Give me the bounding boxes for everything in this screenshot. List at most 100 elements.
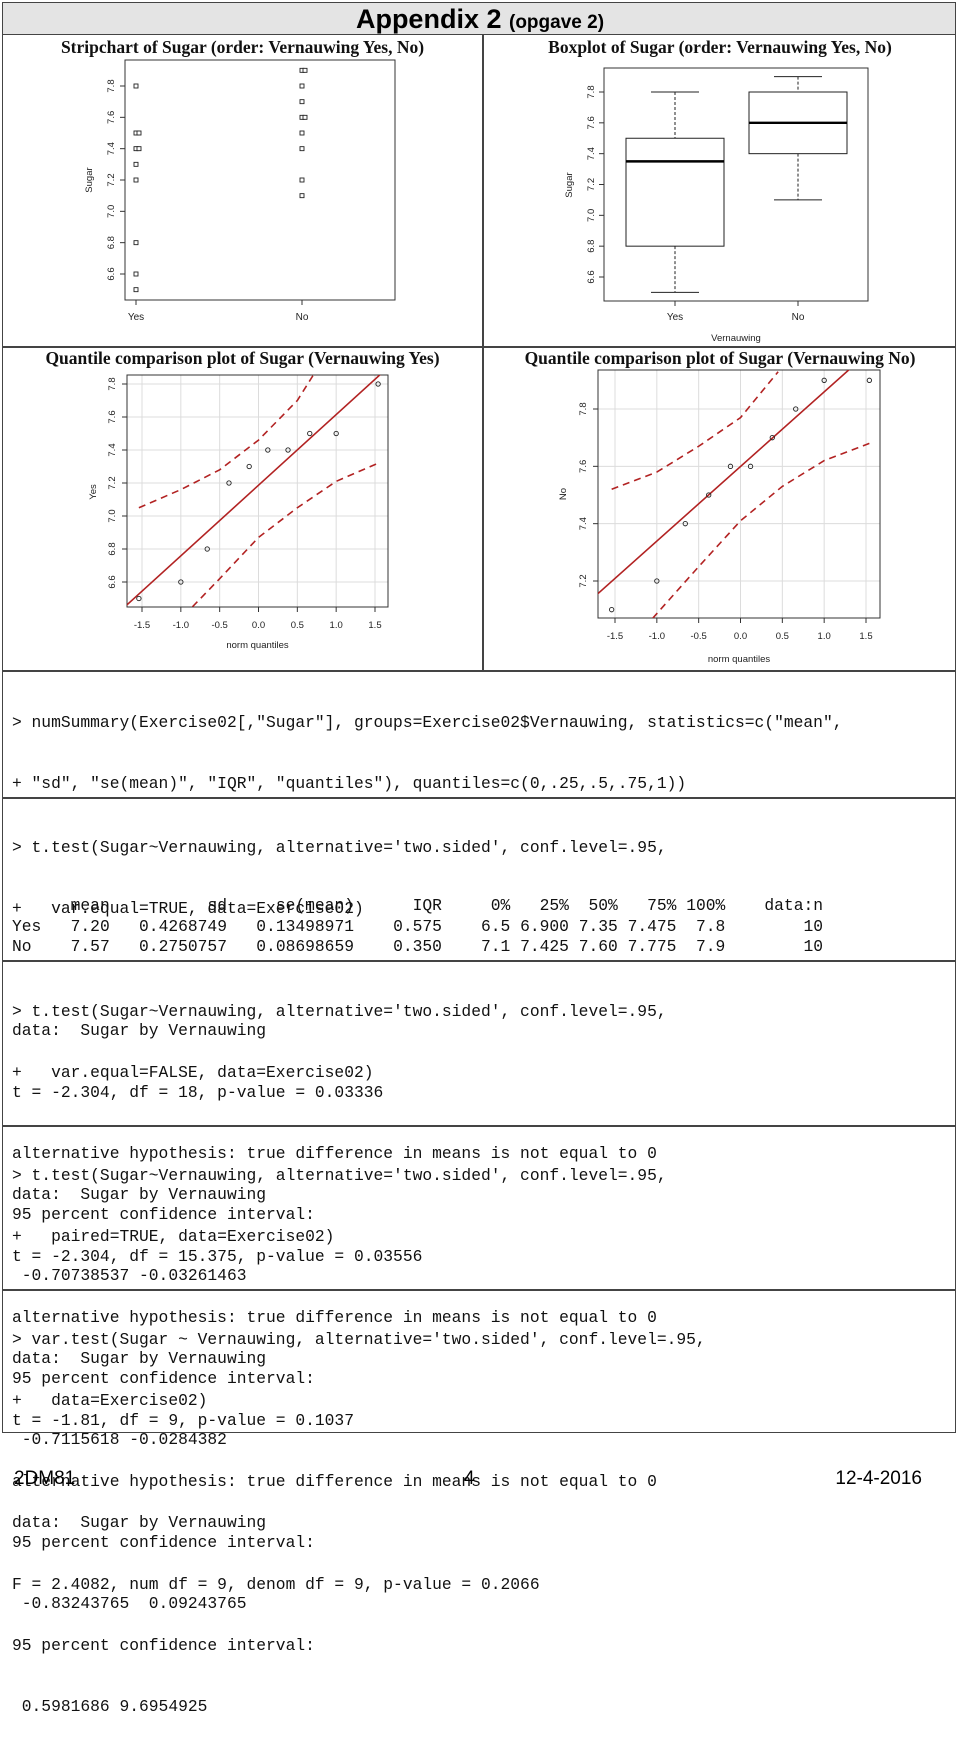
table-cell: 10 xyxy=(725,916,824,936)
qq-yes-lower-confidence-band xyxy=(191,462,379,607)
boxplot-ytick-label: 6.6 xyxy=(586,270,597,283)
command-line: > t.test(Sugar~Vernauwing, alternative='… xyxy=(12,1001,667,1021)
table-cell: 7.8 xyxy=(676,916,726,936)
table-cell: data:n xyxy=(725,896,824,916)
qq-yes-ytick-label: 7.6 xyxy=(107,410,118,423)
command-line: > t.test(Sugar~Vernauwing, alternative='… xyxy=(12,1165,667,1185)
qq-yes-plot-frame xyxy=(126,374,389,608)
command-line: + data=Exercise02) xyxy=(12,1391,208,1411)
stripchart-ytick-label: 7.4 xyxy=(106,142,117,155)
stripchart-point xyxy=(133,83,139,89)
qq-yes-xtick-label: 0.0 xyxy=(252,620,265,631)
boxplot-xtick-label: Yes xyxy=(667,312,683,323)
table-cell: 10 xyxy=(725,937,824,957)
command-line: > t.test(Sugar~Vernauwing, alternative='… xyxy=(12,837,667,857)
qq-no-ytick-label: 7.4 xyxy=(578,517,589,530)
qq-no-ytick-label: 7.2 xyxy=(578,574,589,587)
qq-yes-ytick-label: 7.2 xyxy=(107,476,118,489)
output-line: data: Sugar by Vernauwing xyxy=(12,1513,267,1533)
stripchart-point xyxy=(136,146,142,152)
boxplot-ytick-label: 7.6 xyxy=(586,116,597,129)
qq-yes-upper-confidence-band xyxy=(138,375,314,509)
qq-yes-xtick-label: -0.5 xyxy=(211,620,227,631)
qq-yes-ytick-label: 7.4 xyxy=(107,443,118,456)
footer-date: 12-4-2016 xyxy=(835,1468,922,1489)
boxplot-box xyxy=(625,137,725,247)
qq-yes-point xyxy=(307,430,313,437)
table-cell: 100% xyxy=(676,896,726,916)
plots-canvas: 6.6 6.8 7.0 7.2 7.4 7.6 7.8 Sugar Yes No 6.6 6.8 7.0… xyxy=(84,59,881,665)
qq-yes-xtick-label: -1.0 xyxy=(173,620,189,631)
stripchart-ytick-label: 7.2 xyxy=(106,173,117,186)
command-line: + var.equal=TRUE, data=Exercise02) xyxy=(12,899,364,919)
qq-yes-xtick-label: -1.5 xyxy=(134,620,150,631)
qq-no-xtick-label: 0.0 xyxy=(734,631,747,642)
qq-no-xtick-label: -0.5 xyxy=(690,631,706,642)
footer-page-number: 4 xyxy=(464,1468,475,1489)
stripchart-point xyxy=(133,287,139,293)
stripchart-point xyxy=(299,99,305,105)
stripchart-point xyxy=(133,240,139,246)
qq-yes-ytick-label: 6.8 xyxy=(107,542,118,555)
qq-no-ytick-label: 7.8 xyxy=(578,402,589,415)
output-line: 0.5981686 9.6954925 xyxy=(12,1697,208,1717)
stripchart-point xyxy=(299,130,305,136)
qq-no-xlabel: norm quantiles xyxy=(708,654,771,665)
command-line: > numSummary(Exercise02[,"Sugar"], group… xyxy=(12,712,843,732)
qq-no-point xyxy=(866,377,872,383)
stripchart-ytick-label: 6.6 xyxy=(106,267,117,280)
boxplot-ytick-label: 7.2 xyxy=(586,178,597,191)
stripchart-point xyxy=(136,130,142,136)
stripchart-point xyxy=(302,114,308,120)
qq-no-xtick-label: 1.0 xyxy=(818,631,831,642)
stripchart-xtick-label: No xyxy=(296,312,309,323)
stripchart-ytick-label: 7.8 xyxy=(106,79,117,92)
qq-no-xtick-label: 1.5 xyxy=(859,631,872,642)
qq-yes-point xyxy=(136,595,142,602)
boxplot-ytick-label: 7.8 xyxy=(586,85,597,98)
command-line: > var.test(Sugar ~ Vernauwing, alternati… xyxy=(12,1329,706,1349)
qq-no-ytick-label: 7.6 xyxy=(578,460,589,473)
output-line: F = 2.4082, num df = 9, denom df = 9, p-… xyxy=(12,1574,540,1594)
qq-no-xtick-label: -1.0 xyxy=(649,631,665,642)
stripchart-point xyxy=(133,177,139,183)
boxplot-xlabel: Vernauwing xyxy=(711,333,761,344)
boxplot-ytick-label: 7.0 xyxy=(586,209,597,222)
qq-yes-ytick-label: 7.0 xyxy=(107,509,118,522)
qq-yes-ytick-label: 6.6 xyxy=(107,575,118,588)
footer-course-code: 2DM81 xyxy=(14,1468,76,1489)
stripchart-ylabel: Sugar xyxy=(84,167,95,192)
boxplot-ylabel: Sugar xyxy=(564,172,575,197)
vartest-block: > var.test(Sugar ~ Vernauwing, alternati… xyxy=(12,1289,706,1738)
stripchart-point xyxy=(299,83,305,89)
stripchart-point xyxy=(133,161,139,167)
boxplot-ytick-label: 6.8 xyxy=(586,240,597,253)
qq-no-upper-confidence-band xyxy=(611,371,779,491)
qq-yes-xtick-label: 1.5 xyxy=(368,620,381,631)
boxplot-xtick-label: No xyxy=(792,312,805,323)
stripchart-plot-frame xyxy=(124,59,396,301)
qq-no-lower-confidence-band xyxy=(652,442,870,618)
stripchart-ytick-label: 6.8 xyxy=(106,236,117,249)
qq-no-xtick-label: -1.5 xyxy=(607,631,623,642)
table-cell: 7.9 xyxy=(676,937,726,957)
stripchart-point xyxy=(299,177,305,183)
qq-yes-ylabel: Yes xyxy=(88,484,99,500)
command-line: + "sd", "se(mean)", "IQR", "quantiles"),… xyxy=(12,774,687,794)
stripchart-xtick-label: Yes xyxy=(128,312,144,323)
qq-no-xtick-label: 0.5 xyxy=(776,631,789,642)
qq-yes-point xyxy=(246,463,252,470)
qq-yes-xlabel: norm quantiles xyxy=(226,640,289,651)
stripchart-point xyxy=(302,67,308,73)
stripchart-point xyxy=(299,146,305,152)
stripchart-ytick-label: 7.6 xyxy=(106,111,117,124)
qq-yes-xtick-label: 1.0 xyxy=(330,620,343,631)
stripchart-point xyxy=(133,271,139,277)
qq-yes-ytick-label: 7.8 xyxy=(107,377,118,390)
stripchart-ytick-label: 7.0 xyxy=(106,205,117,218)
qq-yes-xtick-label: 0.5 xyxy=(291,620,304,631)
qq-no-ylabel: No xyxy=(558,488,569,500)
output-line: 95 percent confidence interval: xyxy=(12,1635,315,1655)
qq-no-point xyxy=(609,607,615,613)
stripchart-point xyxy=(299,193,305,199)
